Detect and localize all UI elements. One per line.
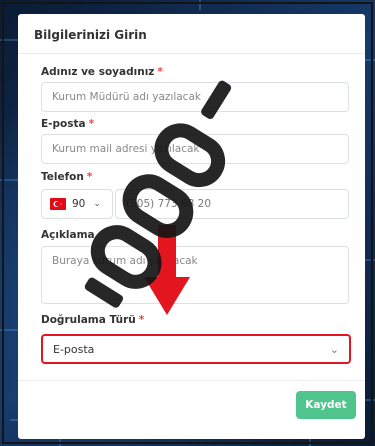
verification-selected: E-posta xyxy=(53,342,95,356)
chevron-down-icon: ⌄ xyxy=(93,199,101,209)
panel-header: Bilgilerinizi Girin xyxy=(18,14,365,54)
phone-input[interactable]: (505) 773 68 20 xyxy=(115,189,349,219)
save-button[interactable]: Kaydet xyxy=(296,391,356,419)
name-label-text: Adınız ve soyadınız xyxy=(41,66,155,78)
verification-label: Doğrulama Türü * xyxy=(41,314,144,326)
chevron-down-icon: ⌄ xyxy=(329,342,339,356)
panel-title: Bilgilerinizi Girin xyxy=(34,28,147,42)
email-input[interactable]: Kurum mail adresi yazılacak xyxy=(41,134,349,164)
phone-label-text: Telefon xyxy=(41,171,84,183)
description-label-text: Açıklama xyxy=(41,229,95,241)
description-label: Açıklama xyxy=(41,229,95,241)
turkey-flag-icon xyxy=(50,198,66,210)
footer-divider xyxy=(18,380,365,381)
phone-value: (505) 773 68 20 xyxy=(126,198,212,210)
required-marker: * xyxy=(88,118,95,130)
name-label: Adınız ve soyadınız * xyxy=(41,66,163,78)
country-code-select[interactable]: 90 ⌄ xyxy=(41,189,113,219)
email-label: E-posta * xyxy=(41,118,94,130)
verification-label-text: Doğrulama Türü xyxy=(41,314,136,326)
name-input[interactable]: Kurum Müdürü adı yazılacak xyxy=(41,82,349,112)
name-placeholder: Kurum Müdürü adı yazılacak xyxy=(52,91,201,103)
email-placeholder: Kurum mail adresi yazılacak xyxy=(52,143,200,155)
description-textarea[interactable]: Buraya kurum adı yazılacak xyxy=(41,246,349,304)
country-code: 90 xyxy=(72,198,86,210)
required-marker: * xyxy=(86,171,93,183)
email-label-text: E-posta xyxy=(41,118,86,130)
form-panel: Bilgilerinizi Girin Adınız ve soyadınız *… xyxy=(18,14,365,439)
red-arrow-icon xyxy=(144,225,190,315)
required-marker: * xyxy=(157,66,163,78)
verification-type-select[interactable]: E-posta ⌄ xyxy=(41,334,351,364)
phone-label: Telefon * xyxy=(41,171,92,183)
